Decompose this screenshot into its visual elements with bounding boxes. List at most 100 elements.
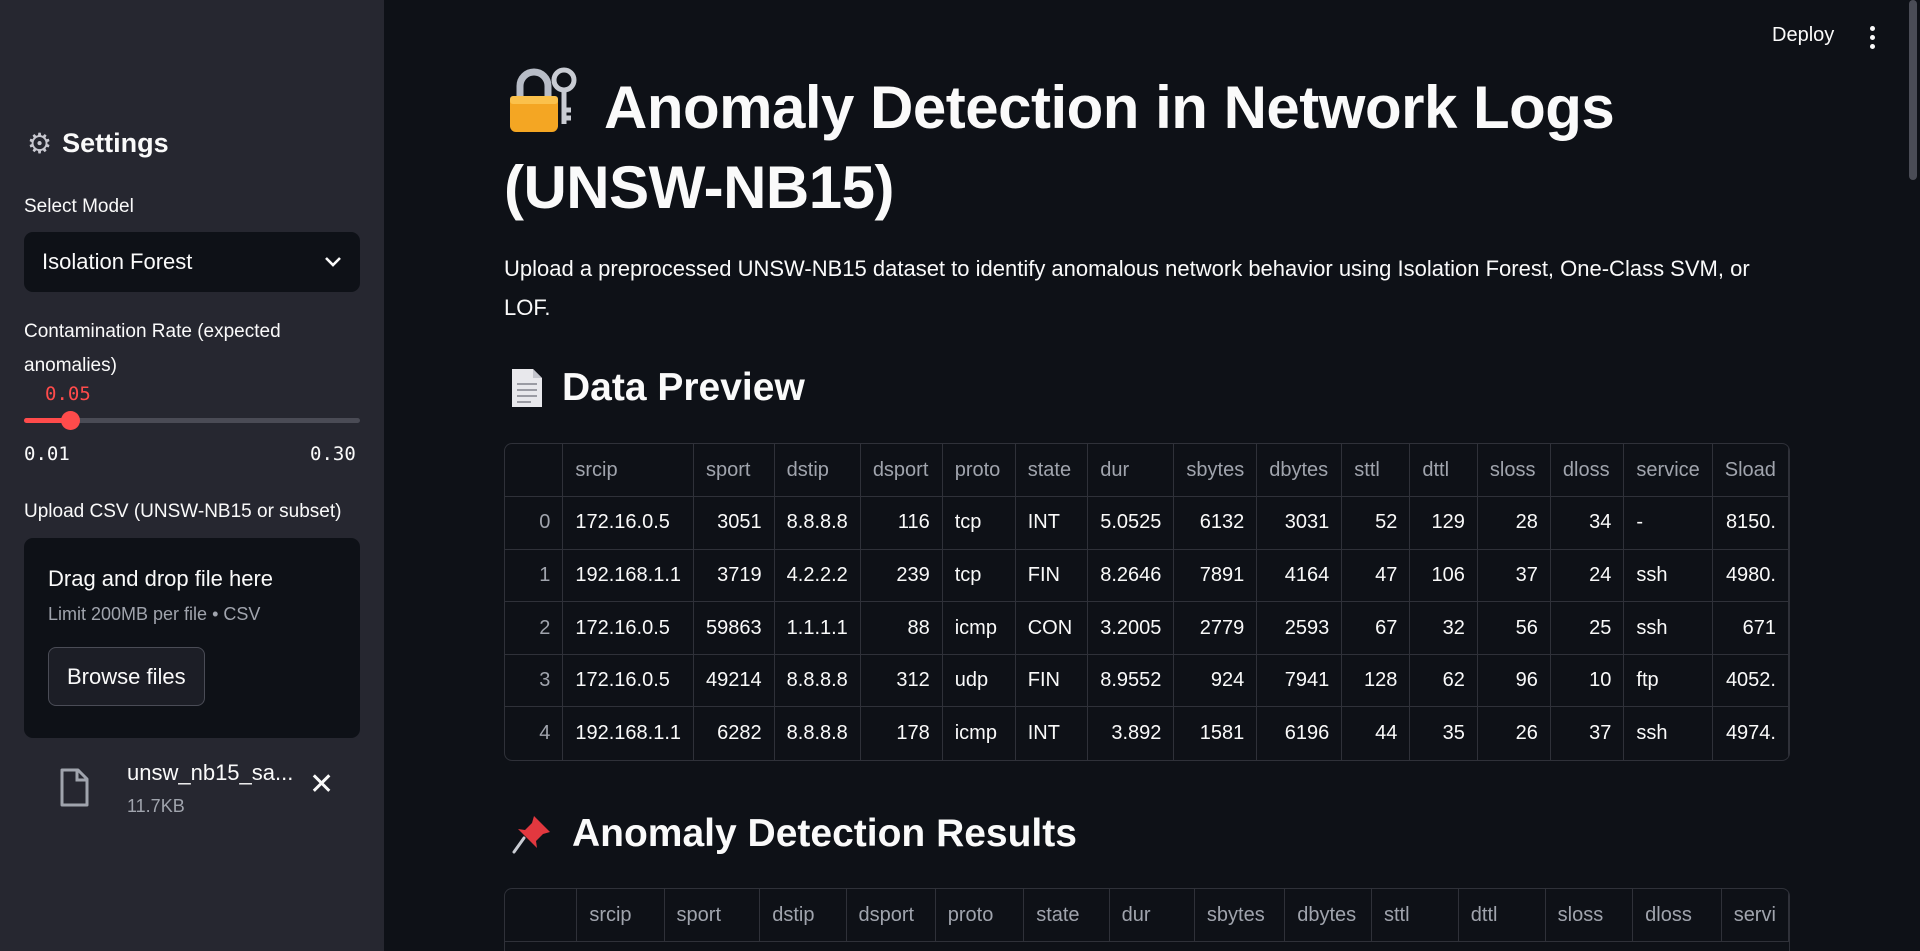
table-cell[interactable]: 10	[1550, 654, 1625, 708]
table-cell[interactable]: 4974.	[1712, 706, 1789, 760]
table-cell[interactable]: 26	[1477, 706, 1551, 760]
table-cell[interactable]: 1581	[1173, 706, 1258, 760]
preview-header-dbytes[interactable]: dbytes	[1256, 444, 1343, 498]
table-cell[interactable]: 312	[860, 654, 943, 708]
table-cell[interactable]: udp	[942, 654, 1016, 708]
table-cell[interactable]: CON	[1015, 601, 1089, 655]
table-cell[interactable]: FIN	[1015, 654, 1089, 708]
table-cell[interactable]: 37	[1550, 706, 1625, 760]
table-cell[interactable]: 8150.	[1712, 496, 1789, 550]
table-cell[interactable]: 47	[1341, 549, 1411, 603]
close-icon[interactable]: ✕	[309, 770, 334, 800]
table-cell[interactable]: ssh	[1623, 549, 1713, 603]
table-cell[interactable]: 6282	[693, 706, 775, 760]
preview-header-dur[interactable]: dur	[1087, 444, 1175, 498]
table-cell[interactable]: icmp	[942, 601, 1016, 655]
results-header-dbytes[interactable]: dbytes	[1284, 889, 1372, 943]
table-cell[interactable]: 192.168.1.1	[562, 706, 695, 760]
results-header-dloss[interactable]: dloss	[1632, 889, 1722, 943]
table-cell[interactable]: 671	[1712, 601, 1789, 655]
table-cell[interactable]: 1	[505, 549, 564, 603]
table-cell[interactable]: 2	[505, 601, 564, 655]
table-cell[interactable]: 0	[505, 496, 564, 550]
data-preview-table[interactable]: srcip sport dstip dsport proto state dur sbytes…	[504, 443, 1790, 761]
results-header-dttl[interactable]: dttl	[1458, 889, 1546, 943]
table-cell[interactable]: INT	[1015, 706, 1089, 760]
preview-header-dloss[interactable]: dloss	[1550, 444, 1625, 498]
table-cell[interactable]: 67	[1341, 601, 1411, 655]
scrollbar[interactable]	[1909, 0, 1917, 180]
preview-header-sloss[interactable]: sloss	[1477, 444, 1551, 498]
results-header-dur[interactable]: dur	[1109, 889, 1195, 943]
table-cell[interactable]: ftp	[1623, 654, 1713, 708]
table-cell[interactable]: 62	[1409, 654, 1478, 708]
results-table[interactable]: srcip sport dstip dsport proto state dur sbytes…	[504, 888, 1790, 951]
results-header-srcip[interactable]: srcip	[576, 889, 665, 943]
table-cell[interactable]: 128	[1341, 654, 1411, 708]
table-cell[interactable]: 35	[1409, 706, 1478, 760]
file-dropzone[interactable]: Drag and drop file here Limit 200MB per …	[24, 538, 360, 738]
table-cell[interactable]: 172.16.0.5	[562, 601, 695, 655]
table-cell[interactable]: 8.2646	[1087, 549, 1175, 603]
model-select[interactable]: Isolation Forest	[24, 232, 360, 292]
table-cell[interactable]: 5.0525	[1087, 496, 1175, 550]
preview-header-proto[interactable]: proto	[942, 444, 1016, 498]
table-cell[interactable]: 7941	[1256, 654, 1343, 708]
table-cell[interactable]: 37	[1477, 549, 1551, 603]
table-cell[interactable]: 192.168.1.1	[562, 549, 695, 603]
table-cell[interactable]: 239	[860, 549, 943, 603]
table-cell[interactable]: ssh	[1623, 601, 1713, 655]
table-cell[interactable]: 2593	[1256, 601, 1343, 655]
preview-header-dsport[interactable]: dsport	[860, 444, 943, 498]
results-header-state[interactable]: state	[1023, 889, 1110, 943]
table-cell[interactable]: FIN	[1015, 549, 1089, 603]
table-cell[interactable]: 24	[1550, 549, 1625, 603]
table-cell[interactable]: 116	[860, 496, 943, 550]
table-cell[interactable]: 4164	[1256, 549, 1343, 603]
table-cell[interactable]: 59863	[693, 601, 775, 655]
table-cell[interactable]: 49214	[693, 654, 775, 708]
table-cell[interactable]: 3051	[693, 496, 775, 550]
table-cell[interactable]: -	[1623, 496, 1713, 550]
table-cell[interactable]: 52	[1341, 496, 1411, 550]
table-cell[interactable]: 3	[505, 654, 564, 708]
table-cell[interactable]: 8.8.8.8	[774, 654, 861, 708]
table-cell[interactable]: 129	[1409, 496, 1478, 550]
table-cell[interactable]: 56	[1477, 601, 1551, 655]
slider-thumb[interactable]	[60, 411, 80, 430]
preview-header-sttl[interactable]: sttl	[1341, 444, 1411, 498]
table-cell[interactable]: 4.2.2.2	[774, 549, 861, 603]
table-cell[interactable]: 34	[1550, 496, 1625, 550]
table-cell[interactable]: INT	[1015, 496, 1089, 550]
table-cell[interactable]: 4980.	[1712, 549, 1789, 603]
table-cell[interactable]: 106	[1409, 549, 1478, 603]
table-row[interactable]: 4 192.168.1.1 6282 8.8.8.8 178 icmp INT 3.892 15…	[505, 706, 1789, 760]
table-cell[interactable]: 28	[1477, 496, 1551, 550]
results-header-sbytes[interactable]: sbytes	[1194, 889, 1286, 943]
table-cell[interactable]: 172.16.0.5	[562, 654, 695, 708]
table-cell[interactable]: 88	[860, 601, 943, 655]
table-cell[interactable]: tcp	[942, 496, 1016, 550]
preview-header-service[interactable]: service	[1623, 444, 1713, 498]
table-cell[interactable]: 6132	[1173, 496, 1258, 550]
preview-header-index[interactable]	[505, 444, 564, 498]
table-cell[interactable]: 7891	[1173, 549, 1258, 603]
table-cell[interactable]: 3719	[693, 549, 775, 603]
table-row[interactable]: 1 192.168.1.1 3719 4.2.2.2 239 tcp FIN 8.2646 78…	[505, 549, 1789, 603]
browse-files-button[interactable]: Browse files	[48, 647, 205, 706]
deploy-button[interactable]: Deploy	[1772, 24, 1834, 47]
more-menu-icon[interactable]	[1862, 20, 1882, 54]
table-cell[interactable]: 4	[505, 706, 564, 760]
table-cell[interactable]: 3.2005	[1087, 601, 1175, 655]
results-header-proto[interactable]: proto	[935, 889, 1025, 943]
table-cell[interactable]: icmp	[942, 706, 1016, 760]
table-row[interactable]: 0 172.16.0.5 3051 8.8.8.8 116 tcp INT 5.0525 613…	[505, 496, 1789, 550]
preview-header-dstip[interactable]: dstip	[774, 444, 861, 498]
table-cell[interactable]: 4052.	[1712, 654, 1789, 708]
results-header-index[interactable]	[505, 889, 578, 943]
preview-header-sbytes[interactable]: sbytes	[1173, 444, 1258, 498]
table-row[interactable]: 3 172.16.0.5 49214 8.8.8.8 312 udp FIN 8.9552 92…	[505, 654, 1789, 708]
results-header-servi[interactable]: servi	[1721, 889, 1789, 943]
results-header-dstip[interactable]: dstip	[759, 889, 847, 943]
preview-header-Sload[interactable]: Sload	[1712, 444, 1789, 498]
